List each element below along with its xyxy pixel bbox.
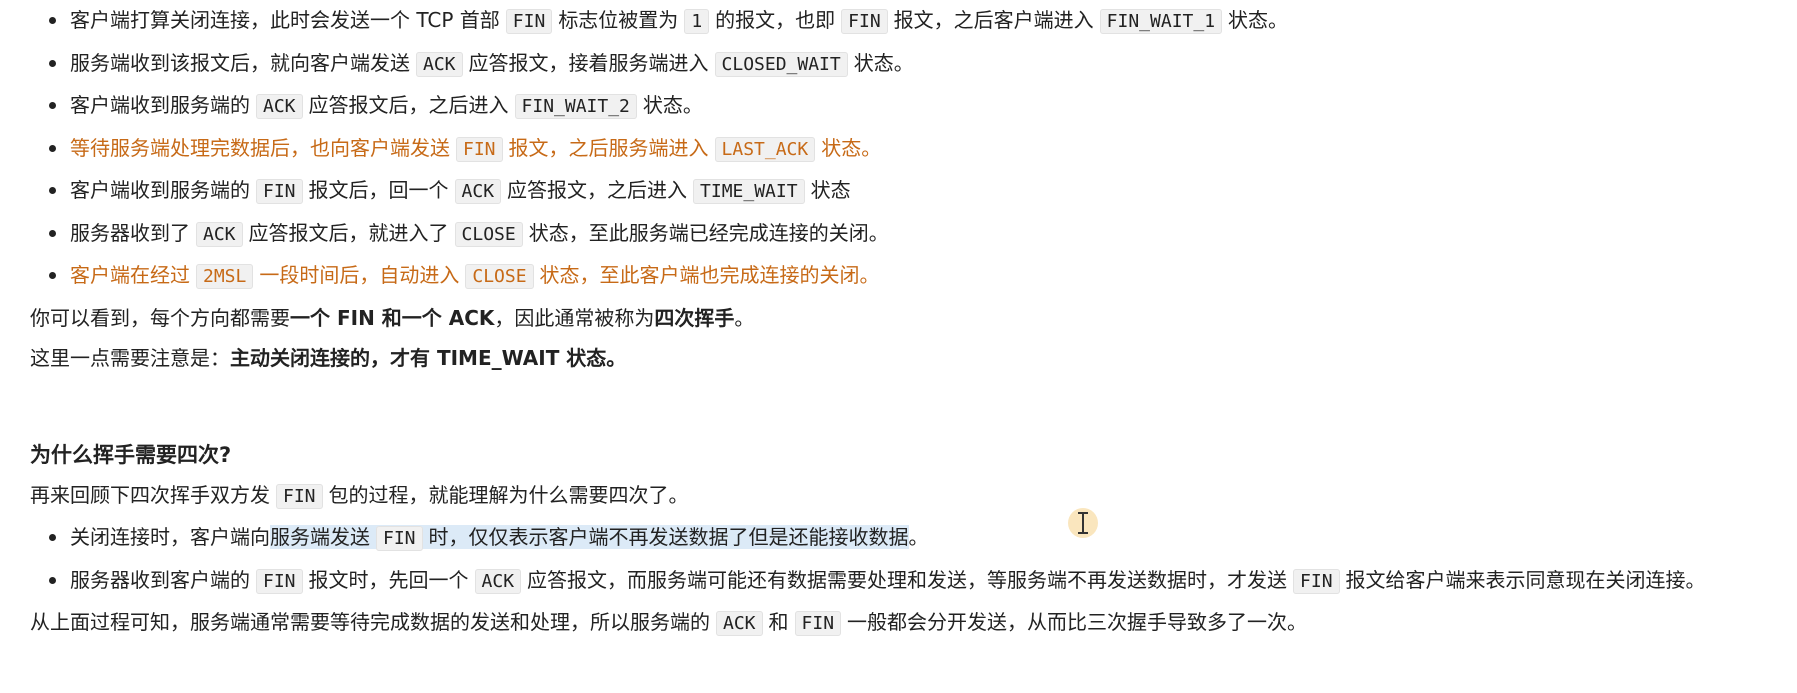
teardown-steps-list: 客户端打算关闭连接，此时会发送一个 TCP 首部 FIN 标志位被置为 1 的报文，也即…: [30, 0, 1770, 298]
inline-code: FIN: [256, 179, 303, 204]
list-item-highlighted: 等待服务端处理完数据后，也向客户端发送 FIN 报文，之后服务端进入 LAST_ACK…: [30, 128, 1770, 171]
list-item: 服务器收到了 ACK 应答报文后，就进入了 CLOSE 状态，至此服务端已经完成连接的关…: [30, 213, 1770, 256]
document-body: 客户端打算关闭连接，此时会发送一个 TCP 首部 FIN 标志位被置为 1 的报文，也即…: [30, 0, 1770, 644]
inline-code: ACK: [474, 568, 522, 594]
inline-code: FIN: [841, 9, 888, 34]
list-item: 客户端收到服务端的 ACK 应答报文后，之后进入 FIN_WAIT_2 状态。: [30, 85, 1770, 128]
inline-code: FIN: [456, 136, 503, 162]
inline-code: FIN_WAIT_1: [1099, 9, 1223, 34]
inline-code: LAST_ACK: [714, 136, 816, 162]
inline-code: FIN_WAIT_2: [514, 94, 637, 119]
inline-code: ACK: [416, 51, 463, 77]
conclusion-paragraph: 从上面过程可知，服务端通常需要等待完成数据的发送和处理，所以服务端的 ACK 和 FI…: [30, 609, 1308, 636]
reason-list: 关闭连接时，客户端向服务端发送 FIN 时，仅仅表示客户端不再发送数据了但是还能接收…: [30, 517, 1770, 602]
list-item: 客户端收到服务端的 FIN 报文后，回一个 ACK 应答报文，之后进入 TIME_WAIT…: [30, 170, 1770, 213]
inline-code: ACK: [454, 179, 502, 204]
inline-code: CLOSE: [465, 264, 534, 289]
list-item: 服务器收到客户端的 FIN 报文时，先回一个 ACK 应答报文，而服务端可能还有数据需要…: [30, 560, 1770, 602]
inline-code: FIN: [1293, 568, 1340, 594]
inline-code: FIN: [256, 568, 303, 594]
inline-code: 2MSL: [196, 264, 254, 289]
section-heading: 为什么挥手需要四次?: [30, 442, 232, 467]
text-selection[interactable]: 服务端发送 FIN 时，仅仅表示客户端不再发送数据了但是还能接收数据: [270, 525, 909, 551]
list-item: 关闭连接时，客户端向服务端发送 FIN 时，仅仅表示客户端不再发送数据了但是还能接收…: [30, 517, 1770, 560]
inline-code: 1: [684, 9, 710, 34]
inline-code: FIN: [376, 526, 423, 551]
inline-code: FIN: [505, 9, 553, 34]
text-cursor-icon: [1078, 512, 1088, 534]
inline-code: ACK: [716, 610, 763, 636]
inline-code: TIME_WAIT: [693, 179, 805, 204]
list-item: 客户端打算关闭连接，此时会发送一个 TCP 首部 FIN 标志位被置为 1 的报文，也即…: [30, 0, 1770, 43]
inline-code: ACK: [196, 221, 243, 247]
section-intro: 再来回顾下四次挥手双方发 FIN 包的过程，就能理解为什么需要四次了。: [30, 482, 689, 509]
note-paragraph: 这里一点需要注意是：主动关闭连接的，才有 TIME_WAIT 状态。: [30, 346, 627, 370]
summary-paragraph: 你可以看到，每个方向都需要一个 FIN 和一个 ACK，因此通常被称为四次挥手。: [30, 305, 755, 330]
inline-code: FIN: [276, 483, 323, 509]
inline-code: CLOSE: [454, 221, 523, 247]
list-item: 服务端收到该报文后，就向客户端发送 ACK 应答报文，接着服务端进入 CLOSED_W…: [30, 43, 1770, 86]
inline-code: CLOSED_WAIT: [714, 51, 848, 77]
list-item-highlighted: 客户端在经过 2MSL 一段时间后，自动进入 CLOSE 状态，至此客户端也完成连接的关…: [30, 255, 1770, 298]
inline-code: FIN: [794, 610, 842, 636]
inline-code: ACK: [256, 94, 303, 119]
